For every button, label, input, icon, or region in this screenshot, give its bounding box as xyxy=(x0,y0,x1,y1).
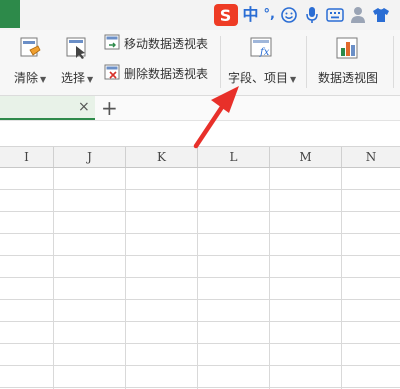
new-tab-plus-icon[interactable]: + xyxy=(101,96,118,120)
sogou-logo-icon[interactable]: S xyxy=(213,4,238,26)
fields-items-button[interactable]: fx 字段、项目 ▼ xyxy=(228,36,296,86)
column-header-K[interactable]: K xyxy=(126,147,198,167)
svg-text:fx: fx xyxy=(259,47,270,58)
chevron-down-icon: ▼ xyxy=(87,75,94,84)
ime-mode-toggle[interactable]: 中 xyxy=(243,4,259,26)
pivot-chart-icon xyxy=(335,36,361,63)
clear-button[interactable]: 清除 ▼ xyxy=(14,36,46,86)
microphone-icon[interactable] xyxy=(303,6,321,24)
ribbon-divider xyxy=(220,36,221,88)
column-header-L[interactable]: L xyxy=(198,147,270,167)
keyboard-icon[interactable] xyxy=(326,6,344,24)
ribbon-divider xyxy=(393,36,394,88)
ribbon-divider xyxy=(306,36,307,88)
ime-punct-toggle[interactable]: °, xyxy=(264,4,275,26)
delete-pivot-label: 删除数据透视表 xyxy=(124,67,209,81)
clear-label: 清除 xyxy=(14,71,39,85)
move-pivot-table-button[interactable]: 移动数据透视表 xyxy=(104,34,208,53)
user-icon[interactable] xyxy=(349,6,367,24)
fields-fx-icon: fx xyxy=(249,36,275,63)
column-header-N[interactable]: N xyxy=(342,147,400,167)
pivot-chart-button[interactable]: 数据透视图 xyxy=(318,36,378,86)
cell-grid[interactable] xyxy=(0,168,400,389)
move-pivot-icon xyxy=(104,34,120,53)
skin-shirt-icon[interactable] xyxy=(372,6,390,24)
close-icon[interactable]: × xyxy=(78,99,90,115)
delete-pivot-icon xyxy=(104,64,120,83)
delete-pivot-table-button[interactable]: 删除数据透视表 xyxy=(104,64,208,83)
select-button[interactable]: 选择 ▼ xyxy=(61,36,93,86)
select-label: 选择 xyxy=(61,71,86,85)
move-pivot-label: 移动数据透视表 xyxy=(124,37,209,51)
pivot-ribbon: 清除 ▼ 选择 ▼ 移动数据透视表 删除数据透视表 fx 字段、项目 ▼ 数据透视图 xyxy=(0,30,400,96)
fields-items-label: 字段、项目 xyxy=(228,71,289,85)
formula-bar[interactable] xyxy=(0,121,400,147)
document-tabbar: × + xyxy=(0,96,400,121)
column-header-I[interactable]: I xyxy=(0,147,54,167)
emoji-icon[interactable] xyxy=(280,6,298,24)
pivot-chart-label: 数据透视图 xyxy=(318,71,379,85)
column-header-M[interactable]: M xyxy=(270,147,342,167)
column-header-J[interactable]: J xyxy=(54,147,126,167)
chevron-down-icon: ▼ xyxy=(290,75,297,84)
select-icon xyxy=(65,36,89,63)
ime-toolbar: S 中 °, xyxy=(213,4,390,26)
title-strip: S 中 °, xyxy=(0,0,400,30)
document-tab[interactable]: × xyxy=(0,96,95,120)
app-tab-corner xyxy=(0,0,20,28)
column-header-row: I J K L M N xyxy=(0,147,400,168)
clear-icon xyxy=(18,36,42,63)
chevron-down-icon: ▼ xyxy=(40,75,47,84)
